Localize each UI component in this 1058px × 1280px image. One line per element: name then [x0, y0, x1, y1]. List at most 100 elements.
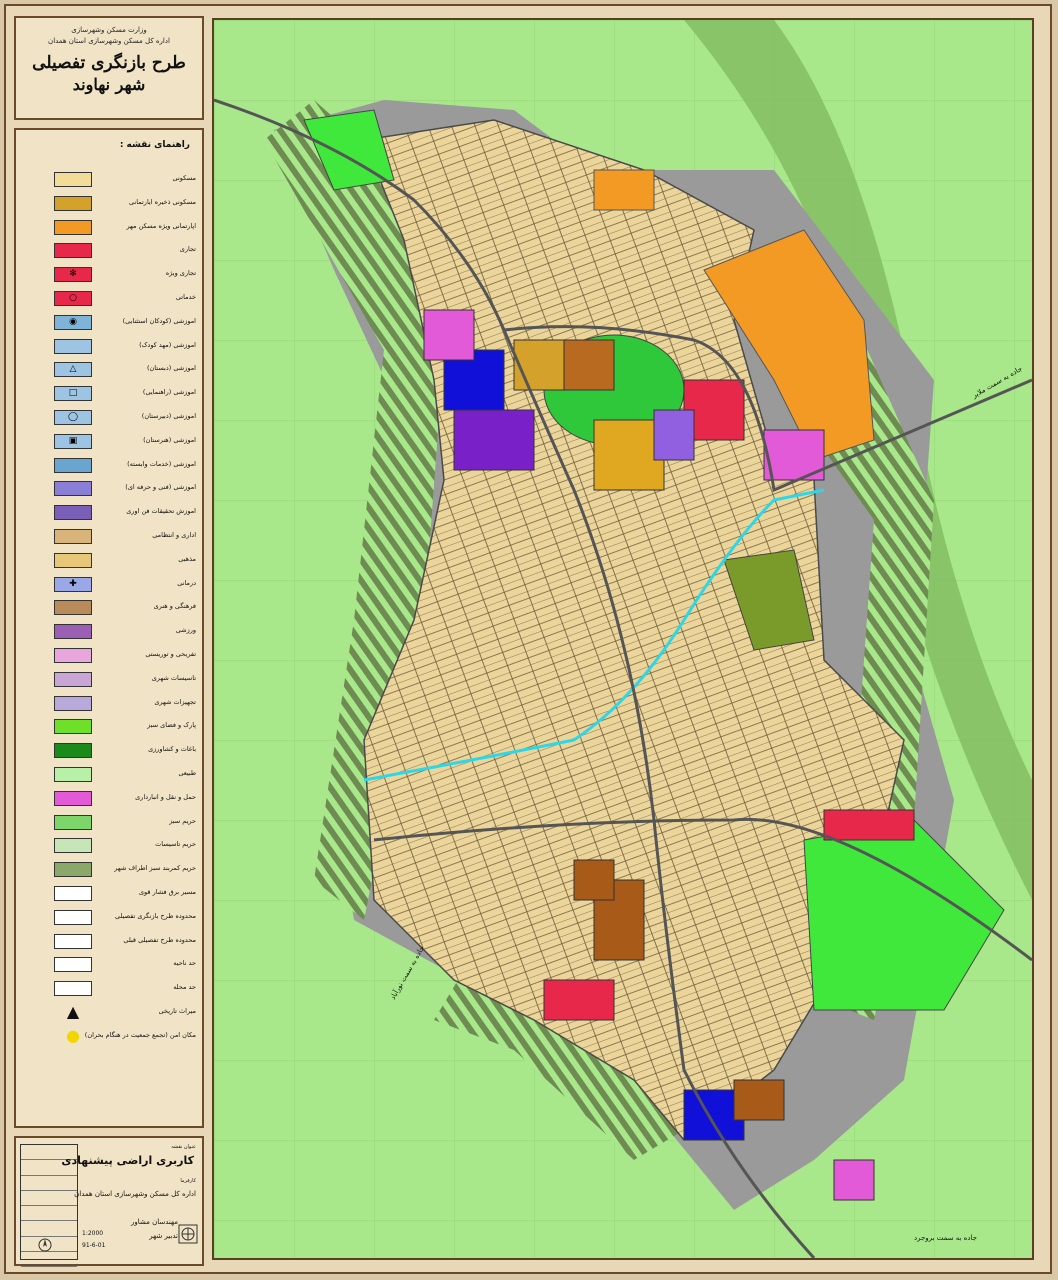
title-block: وزارت مسکن وشهرسازی اداره کل مسکن وشهرسا… [14, 16, 204, 120]
legend-item: ✚ درمانی [16, 575, 202, 599]
legend-swatch [54, 481, 92, 497]
legend-item: ورزشی [16, 622, 202, 646]
logo-icon [178, 1224, 198, 1244]
mehr-housing-north [593, 169, 655, 211]
legend-item: مسکونی [16, 170, 202, 194]
legend-swatch: □ [54, 386, 92, 402]
legend-swatch [54, 766, 92, 782]
legend-label: پارک و فضای سبز [147, 721, 196, 730]
legend-swatch: ✚ [54, 576, 92, 592]
legend-label: محدوده طرح بازنگری تفصیلی [115, 911, 196, 920]
legend-swatch: ○ [54, 290, 92, 306]
legend-label: طبیعی [178, 768, 196, 777]
parcel-technical [653, 409, 695, 461]
parcel-transport-west [423, 309, 475, 361]
legend-swatch [54, 195, 92, 211]
legend-swatch: ▲ [66, 1002, 80, 1022]
map-canvas: جاده به سمت ملایر جاده به سمت نورآباد جا… [214, 20, 1032, 1258]
city-name: شهر نهاوند [72, 75, 146, 94]
legend-label: اموزشی (دبستان) [146, 364, 196, 373]
parcel-culture-southeast [733, 1079, 785, 1121]
legend-item: حد محله [16, 979, 202, 1003]
legend-swatch: ✻ [54, 267, 92, 283]
legend-swatch [54, 505, 92, 521]
legend-item: اموزشی (مهد کودک) [16, 337, 202, 361]
legend-item: تفریحی و توریستی [16, 646, 202, 670]
legend-item: حمل و نقل و انبارداری [16, 789, 202, 813]
legend-label: حریم کمربند سبز اطراف شهر [114, 864, 196, 873]
parcel-reserve-housing [513, 339, 565, 391]
legend-title: راهنمای نقشه : [119, 140, 190, 150]
legend-item: ▣ اموزشی (هنرستان) [16, 432, 202, 456]
legend-swatch [54, 981, 92, 997]
legend-swatch [54, 172, 92, 187]
legend-label: ورزشی [175, 626, 196, 635]
legend-item: حد ناحیه [16, 955, 202, 979]
legend-label: حد محله [173, 983, 196, 992]
legend-item: ▲ میراث تاریخی [16, 1003, 202, 1027]
legend-swatch [54, 885, 92, 901]
scale-value: 1:2000 [82, 1230, 104, 1237]
legend-item: طبیعی [16, 765, 202, 789]
employer-caption: کارفرما [180, 1178, 196, 1184]
legend-label: مذهبی [178, 554, 196, 563]
legend-item: ◉ اموزشی (کودکان استثنایی) [16, 313, 202, 337]
legend-swatch: ◉ [54, 314, 92, 330]
legend-swatch [54, 624, 92, 640]
legend-item: □ اموزشی (راهنمایی) [16, 384, 202, 408]
employer-name: اداره کل مسکن وشهرسازی استان همدان [74, 1190, 196, 1198]
legend-swatch [54, 933, 92, 949]
office-name: اداره کل مسکن وشهرسازی استان همدان [48, 37, 170, 45]
drawing-title: کاربری اراضی پیشنهادی [61, 1154, 194, 1167]
ministry-name: وزارت مسکن وشهرسازی [71, 26, 147, 34]
plan-title: طرح بازنگری تفصیلی [32, 53, 186, 73]
legend-label: اموزشی (دبیرستان) [141, 411, 196, 420]
parcel-sport [453, 409, 535, 471]
legend-label: مسیر برق فشار قوی [138, 887, 196, 896]
legend-label: اموزشی (خدمات وابسته) [127, 459, 196, 468]
legend-item: ● مکان امن (تجمع جمعیت در هنگام بحران) [16, 1027, 202, 1051]
legend-label: تجهیزات شهری [154, 697, 196, 706]
legend-label: اداری و انتظامی [152, 530, 196, 539]
legend-label: خدماتی [175, 292, 196, 301]
consultant-name: تدبیر شهر [149, 1232, 178, 1240]
legend-item: حریم تاسیسات [16, 836, 202, 860]
legend-item: حریم کمربند سبز اطراف شهر [16, 860, 202, 884]
parcel-culture [563, 339, 615, 391]
legend-label: باغات و کشاورزی [148, 745, 196, 754]
legend-item: مسکونی ذخیره ایارتمانی [16, 194, 202, 218]
legend-item: ○ خدماتی [16, 289, 202, 313]
legend-label: اپارتمانی ویژه مسکن مهر [126, 221, 196, 230]
legend-item: مذهبی [16, 551, 202, 575]
legend-label: درمانی [177, 578, 196, 587]
legend-swatch [54, 790, 92, 806]
map-legend: راهنمای نقشه : مسکونی مسکونی ذخیره ایارتم… [14, 128, 204, 1128]
parcel-commercial-south [543, 979, 615, 1021]
legend-swatch [54, 552, 92, 568]
parcel-commercial-east [823, 809, 915, 841]
legend-label: اموزشی (فنی و حرفه ای) [125, 483, 196, 492]
legend-item: ✻ تجاری ویژه [16, 265, 202, 289]
legend-swatch [54, 838, 92, 854]
legend-list: مسکونی مسکونی ذخیره ایارتمانی اپارتمانی وی… [16, 170, 202, 1050]
legend-swatch [54, 338, 92, 354]
legend-swatch [54, 695, 92, 711]
road-label-south: جاده به سمت بروجرد [914, 1234, 977, 1242]
parcel-culture-centre [573, 859, 615, 901]
legend-label: تفریحی و توریستی [145, 649, 196, 658]
legend-swatch [54, 647, 92, 663]
legend-panel: وزارت مسکن وشهرسازی اداره کل مسکن وشهرسا… [14, 16, 204, 1268]
legend-label: اموزشی (هنرستان) [143, 435, 196, 444]
legend-swatch [54, 219, 92, 235]
legend-label: محدوده طرح تفصیلی قبلی [123, 935, 196, 944]
legend-item: محدوده طرح بازنگری تفصیلی [16, 908, 202, 932]
legend-swatch: ▣ [54, 433, 92, 449]
legend-item: محدوده طرح تفصیلی قبلی [16, 932, 202, 956]
legend-swatch [54, 909, 92, 925]
land-use-map[interactable]: جاده به سمت ملایر جاده به سمت نورآباد جا… [212, 18, 1034, 1260]
legend-label: حریم سبز [169, 816, 196, 825]
date-value: 91-6-01 [82, 1242, 106, 1249]
legend-label: اموزشی (کودکان استثنایی) [122, 316, 196, 325]
legend-label: تجاری ویژه [165, 269, 196, 278]
parcel-transport-south [833, 1159, 875, 1201]
